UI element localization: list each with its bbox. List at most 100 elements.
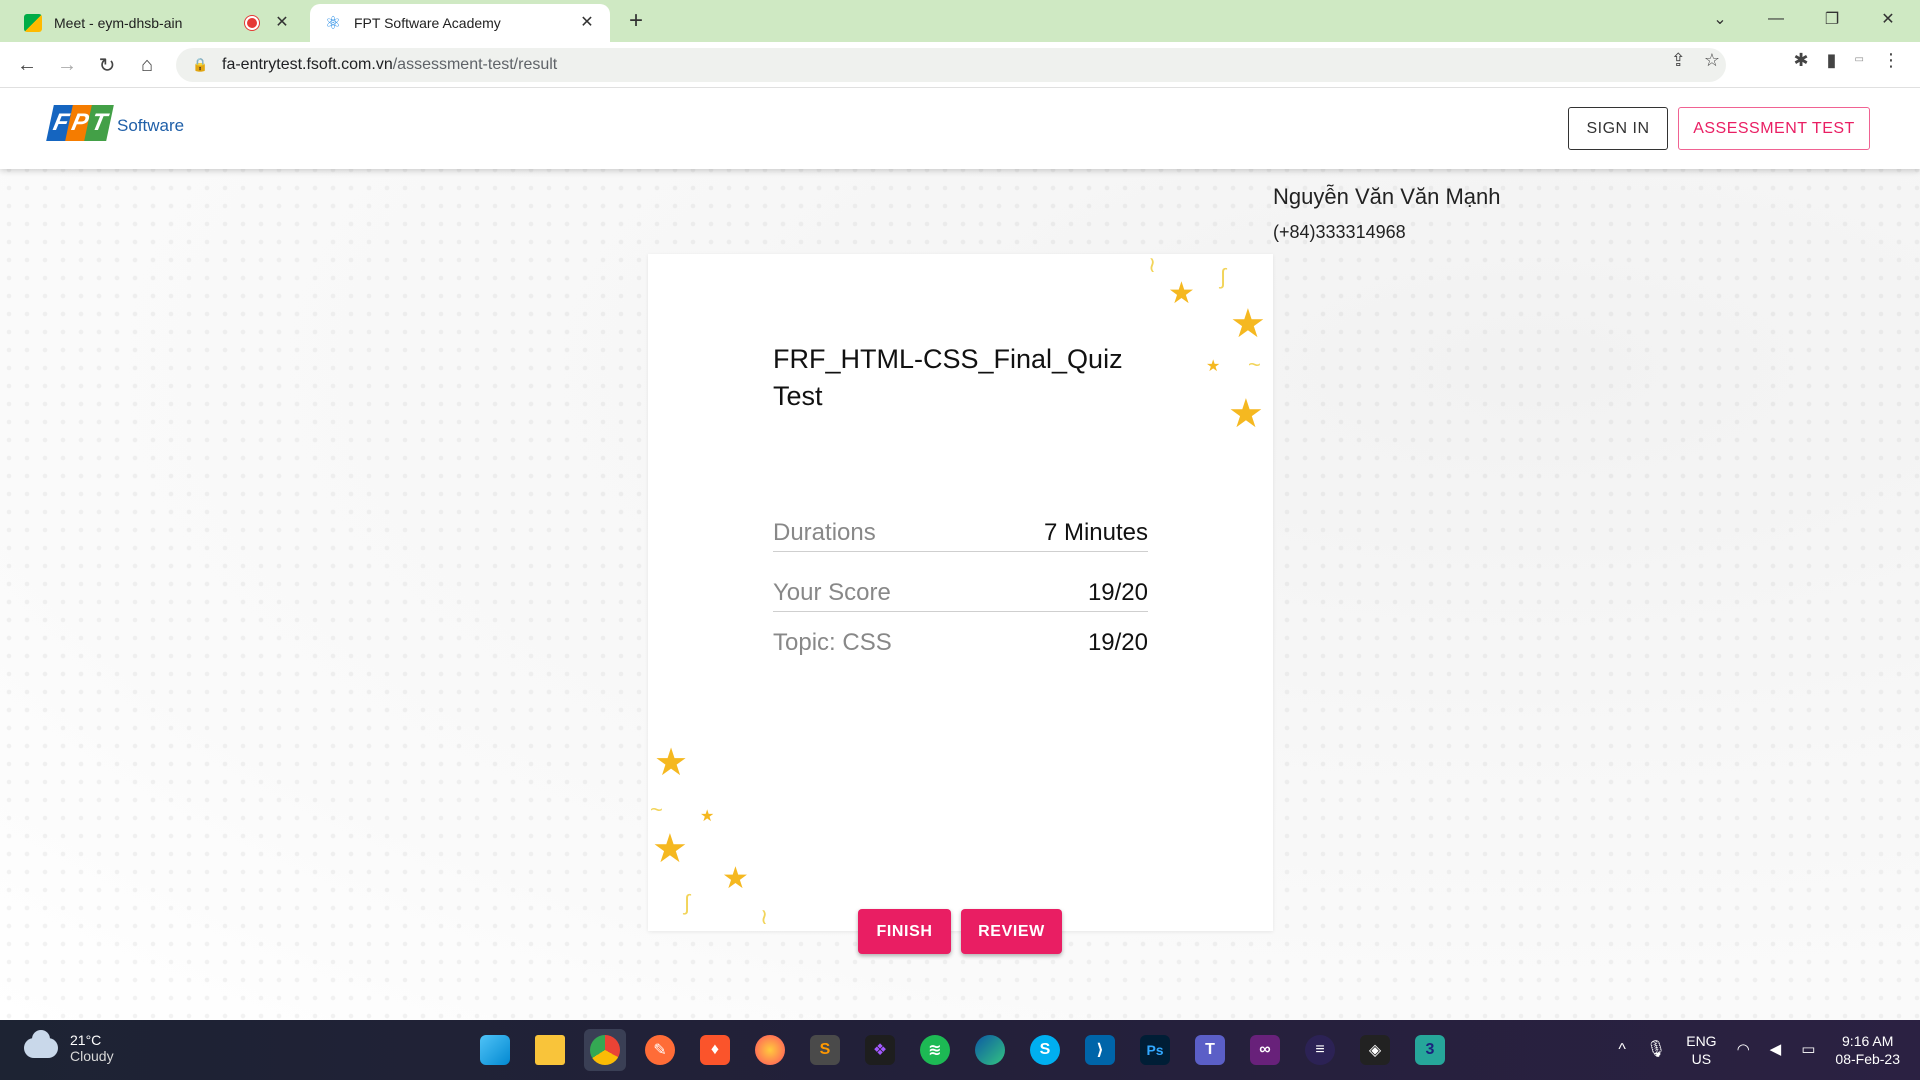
sign-in-button[interactable]: SIGN IN [1568, 107, 1668, 150]
tab-title: Meet - eym-dhsb-ain [54, 15, 183, 31]
clock-date: 08-Feb-23 [1835, 1051, 1900, 1067]
spotify-icon[interactable]: ≋ [914, 1029, 956, 1071]
chevron-up-icon[interactable]: ^ [1618, 1041, 1626, 1059]
close-tab-icon[interactable]: ✕ [578, 14, 596, 32]
vscode-icon[interactable]: ⟩ [1079, 1029, 1121, 1071]
menu-kebab-icon[interactable]: ⋮ [1882, 50, 1900, 71]
clock[interactable]: 9:16 AM 08-Feb-23 [1835, 1032, 1900, 1068]
star-decoration-icon: ★ [652, 827, 688, 871]
windows-taskbar: 21°C Cloudy ✎ ♦ S ❖ ≋ S ⟩ Ps T ∞ ≡ ◈ 3 ^… [0, 1020, 1920, 1080]
cloud-icon [24, 1030, 58, 1058]
browser-tab-strip: Meet - eym-dhsb-ain ✕ ⚛ FPT Software Aca… [0, 0, 1920, 42]
star-decoration-icon: ★ [1230, 302, 1266, 346]
unity-icon[interactable]: ◈ [1354, 1029, 1396, 1071]
profile-avatar[interactable]: ▭ [1855, 54, 1864, 71]
assessment-test-button[interactable]: ASSESSMENT TEST [1678, 107, 1870, 150]
star-decoration-icon: ★ [700, 808, 715, 825]
row-label: Durations [773, 519, 876, 546]
weather-desc: Cloudy [70, 1048, 114, 1064]
result-card: FRF_HTML-CSS_Final_Quiz Test Durations 7… [648, 254, 1273, 931]
new-tab-button[interactable]: + [622, 8, 650, 36]
photoshop-icon[interactable]: Ps [1134, 1029, 1176, 1071]
forward-icon[interactable]: → [52, 50, 82, 80]
lock-icon: 🔒 [192, 57, 209, 72]
row-divider [773, 611, 1148, 612]
test-title: FRF_HTML-CSS_Final_Quiz Test [773, 344, 1123, 411]
row-divider [773, 551, 1148, 552]
row-label: Your Score [773, 579, 891, 606]
firefox-icon[interactable] [749, 1029, 791, 1071]
close-window-icon[interactable]: ✕ [1860, 0, 1916, 38]
squiggle-decoration-icon: ∫ [684, 890, 691, 915]
weather-widget[interactable]: 21°C Cloudy [24, 1030, 114, 1064]
review-button[interactable]: REVIEW [961, 909, 1062, 954]
close-tab-icon[interactable]: ✕ [273, 14, 291, 32]
weather-temp: 21°C [70, 1032, 102, 1048]
mic-muted-icon[interactable]: 🎙 [1646, 1041, 1666, 1059]
sublime-text-icon[interactable]: S [804, 1029, 846, 1071]
clock-time: 9:16 AM [1842, 1033, 1894, 1049]
teams-icon[interactable]: T [1189, 1029, 1231, 1071]
app-3-icon[interactable]: 3 [1409, 1029, 1451, 1071]
volume-icon[interactable]: ◀ [1770, 1041, 1782, 1059]
home-icon[interactable]: ⌂ [132, 50, 162, 80]
row-label: Topic: CSS [773, 629, 892, 656]
edge-icon[interactable] [969, 1029, 1011, 1071]
user-name: Nguyễn Văn Văn Mạnh [1273, 184, 1501, 209]
star-decoration-icon: ★ [722, 862, 749, 895]
toolbar-right: ✱ ▮ ▭ ⋮ [1794, 50, 1900, 71]
finish-button[interactable]: FINISH [858, 909, 951, 954]
tab-meet[interactable]: Meet - eym-dhsb-ain ✕ [10, 4, 305, 42]
visual-studio-icon[interactable]: ∞ [1244, 1029, 1286, 1071]
minimize-icon[interactable]: — [1748, 0, 1804, 38]
taskbar-apps: ✎ ♦ S ❖ ≋ S ⟩ Ps T ∞ ≡ ◈ 3 [474, 1029, 1451, 1071]
browser-toolbar: ← → ↻ ⌂ 🔒 fa-entrytest.fsoft.com.vn/asse… [0, 42, 1920, 88]
reload-icon[interactable]: ↻ [92, 50, 122, 80]
page: F P T Software SIGN IN ASSESSMENT TEST N… [0, 89, 1920, 1020]
result-row-duration: Durations 7 Minutes [773, 519, 1148, 547]
system-tray: ^ 🎙 ENG US ◠ ◀ ▭ 9:16 AM 08-Feb-23 [1608, 1020, 1920, 1080]
chrome-icon[interactable] [584, 1029, 626, 1071]
row-value: 19/20 [1087, 629, 1148, 656]
file-explorer-icon[interactable] [529, 1029, 571, 1071]
wifi-icon[interactable]: ◠ [1737, 1041, 1750, 1059]
recording-indicator-icon [245, 16, 259, 30]
figma-icon[interactable]: ❖ [859, 1029, 901, 1071]
share-icon[interactable]: ⇪ [1671, 50, 1686, 71]
tab-search-icon[interactable]: ⌄ [1692, 0, 1748, 38]
url-host: fa-entrytest.fsoft.com.vn [222, 56, 393, 73]
bookmark-star-icon[interactable]: ☆ [1704, 50, 1720, 71]
row-value: 7 Minutes [1043, 519, 1148, 546]
restore-icon[interactable]: ❐ [1804, 0, 1860, 38]
star-decoration-icon: ★ [1228, 392, 1264, 436]
tab-fpt-academy[interactable]: ⚛ FPT Software Academy ✕ [310, 4, 610, 42]
fpt-software-logo[interactable]: F P T Software [46, 105, 185, 141]
site-header: F P T Software SIGN IN ASSESSMENT TEST [0, 89, 1920, 169]
brave-icon[interactable]: ♦ [694, 1029, 736, 1071]
result-row-score: Your Score 19/20 [773, 579, 1148, 607]
logo-text: Software [117, 116, 185, 135]
squiggle-decoration-icon: ∫ [1220, 264, 1227, 289]
lang-bottom: US [1691, 1051, 1712, 1067]
omnibox-actions: ⇪ ☆ [1671, 50, 1720, 71]
star-decoration-icon: ★ [1168, 277, 1195, 310]
battery-icon[interactable]: ▭ [1801, 1041, 1815, 1059]
result-row-topic: Topic: CSS 19/20 [773, 629, 1148, 657]
user-phone: (+84)333314968 [1273, 222, 1406, 242]
back-icon[interactable]: ← [12, 50, 42, 80]
eclipse-icon[interactable]: ≡ [1299, 1029, 1341, 1071]
extensions-icon[interactable]: ✱ [1794, 50, 1809, 71]
squiggle-decoration-icon: ≀ [760, 904, 769, 929]
squiggle-decoration-icon: ~ [650, 797, 663, 822]
postman-icon[interactable]: ✎ [639, 1029, 681, 1071]
side-panel-icon[interactable]: ▮ [1827, 50, 1837, 71]
windows-start-icon[interactable] [474, 1029, 516, 1071]
star-decoration-icon: ★ [654, 742, 689, 784]
star-decoration-icon: ★ [1206, 358, 1221, 375]
language-indicator[interactable]: ENG US [1686, 1032, 1716, 1068]
address-bar[interactable]: 🔒 fa-entrytest.fsoft.com.vn/assessment-t… [176, 48, 1726, 82]
skype-icon[interactable]: S [1024, 1029, 1066, 1071]
google-meet-icon [24, 14, 42, 32]
squiggle-decoration-icon: ~ [1248, 352, 1261, 377]
url-path: /assessment-test/result [392, 56, 558, 73]
